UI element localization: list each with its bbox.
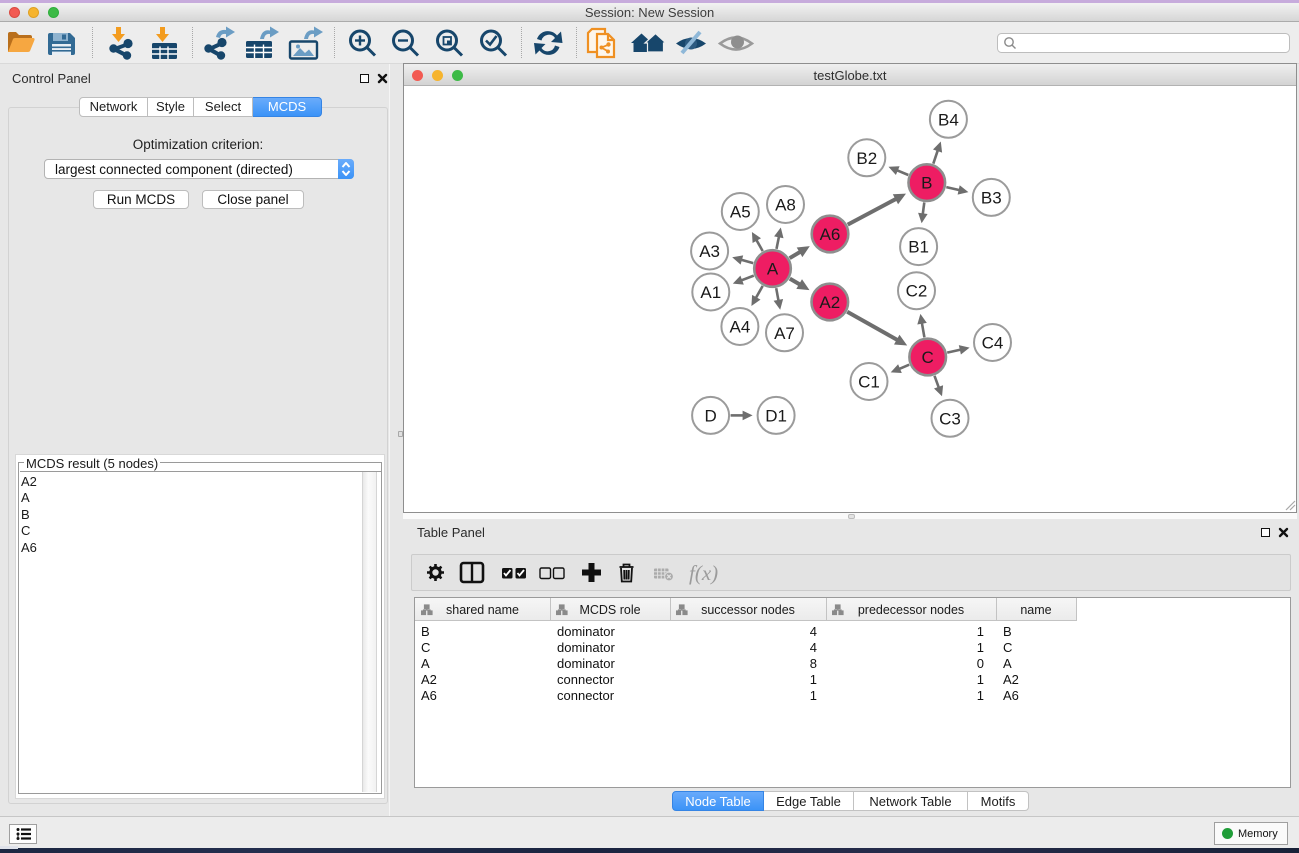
svg-text:A2: A2 xyxy=(819,293,840,312)
svg-text:D: D xyxy=(704,406,716,425)
svg-text:B1: B1 xyxy=(908,238,929,257)
svg-text:C2: C2 xyxy=(906,282,928,301)
svg-text:B: B xyxy=(921,174,932,193)
svg-text:B4: B4 xyxy=(938,110,959,129)
svg-text:C4: C4 xyxy=(982,334,1004,353)
svg-text:A5: A5 xyxy=(730,203,751,222)
svg-text:D1: D1 xyxy=(765,406,787,425)
svg-text:A1: A1 xyxy=(700,283,721,302)
svg-text:B2: B2 xyxy=(856,149,877,168)
svg-text:A3: A3 xyxy=(699,242,720,261)
svg-text:A: A xyxy=(767,260,779,279)
svg-text:f(x): f(x) xyxy=(689,561,718,585)
svg-text:A7: A7 xyxy=(774,324,795,343)
svg-text:C1: C1 xyxy=(858,373,880,392)
svg-text:A8: A8 xyxy=(775,196,796,215)
svg-text:C3: C3 xyxy=(939,409,961,428)
svg-text:B3: B3 xyxy=(981,188,1002,207)
svg-text:A6: A6 xyxy=(820,225,841,244)
svg-text:A4: A4 xyxy=(730,318,751,337)
svg-text:C: C xyxy=(922,348,934,367)
